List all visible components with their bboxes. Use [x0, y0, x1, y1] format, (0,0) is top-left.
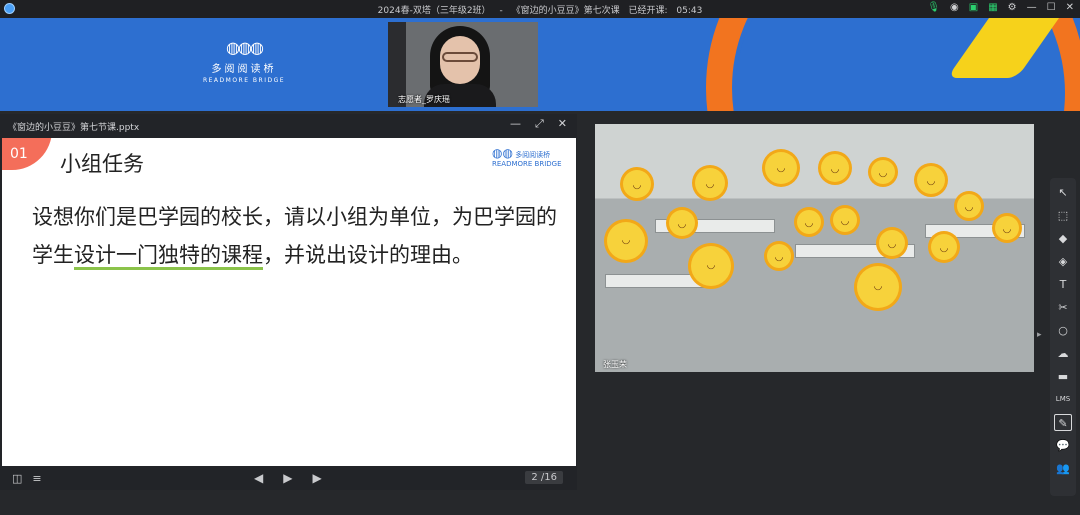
users-tool-icon[interactable]: 👥: [1054, 460, 1072, 477]
sun-sticker-icon: [857, 266, 899, 308]
speaker-icon[interactable]: ◉: [950, 2, 959, 13]
area-select-tool-icon[interactable]: ⬚: [1054, 207, 1072, 224]
previous-slide-icon[interactable]: ◀: [254, 471, 263, 485]
highlight-tool-icon[interactable]: ◆: [1054, 230, 1072, 247]
book-logo-icon: ◍◍: [492, 146, 513, 160]
window-controls: 🎙 ◉ ▣ ▦ ⚙ — ☐ ✕: [927, 2, 1074, 13]
maximize-icon[interactable]: ☐: [1047, 2, 1056, 13]
sun-sticker-icon: [669, 210, 695, 236]
minimize-icon[interactable]: —: [510, 117, 521, 131]
elapsed-time: 05:43: [676, 6, 703, 16]
sun-sticker-icon: [765, 152, 797, 184]
sun-sticker-icon: [879, 230, 905, 256]
briefcase-tool-icon[interactable]: ▬: [1054, 368, 1072, 385]
slide-body-highlight: 设计一门独特的课程: [74, 243, 263, 270]
lesson-name: 《窗边的小豆豆》第七次课: [511, 6, 620, 16]
teacher-name-label: 志愿者_罗庆瑶: [398, 95, 450, 104]
presentation-filename: 《窗边的小豆豆》第七节课.pptx: [8, 123, 140, 133]
screen-share-icon[interactable]: ▦: [988, 2, 997, 13]
sun-sticker-icon: [917, 166, 945, 194]
top-banner: ◍◍◍ 多阅阅读桥 READMORE BRIDGE: [0, 18, 1080, 111]
sun-sticker-icon: [797, 210, 821, 234]
text-tool-icon[interactable]: T: [1054, 276, 1072, 293]
slide-title: 小组任务: [60, 152, 144, 176]
scissors-tool-icon[interactable]: ✂: [1054, 299, 1072, 316]
slide-logo-en: READMORE BRIDGE: [492, 160, 562, 168]
slide-number: 01: [10, 146, 28, 162]
title-separator: -: [499, 6, 503, 16]
elapsed-label: 已经开课:: [628, 6, 668, 16]
collapse-toolbar-icon[interactable]: ▸: [1037, 330, 1047, 350]
sidebar-toggle-icon[interactable]: ◫: [12, 472, 22, 485]
expand-icon[interactable]: ⤢: [535, 117, 544, 131]
sun-sticker-icon: [695, 168, 725, 198]
camera-icon[interactable]: ▣: [969, 2, 978, 13]
edit-tool-icon[interactable]: ✎: [1054, 414, 1072, 431]
close-icon[interactable]: ✕: [558, 117, 567, 131]
lms-tool-icon[interactable]: LMS: [1054, 391, 1072, 408]
next-slide-icon[interactable]: ▶: [312, 471, 321, 485]
presentation-title-bar: 《窗边的小豆豆》第七节课.pptx — ⤢ ✕: [0, 114, 577, 136]
logo-english: READMORE BRIDGE: [202, 77, 286, 84]
sun-sticker-icon: [995, 216, 1019, 240]
cloud-tool-icon[interactable]: ☁: [1054, 345, 1072, 362]
sun-sticker-icon: [691, 246, 731, 286]
eraser-tool-icon[interactable]: ◈: [1054, 253, 1072, 270]
view-controls: ◫ ≡: [12, 472, 42, 485]
window-title: 2024春-双塔（三年级2班） - 《窗边的小豆豆》第七次课 已经开课: 05:…: [0, 3, 1080, 16]
circle-tool-icon[interactable]: ○: [1054, 322, 1072, 339]
slide-canvas[interactable]: 01 小组任务 ◍◍ 多阅阅读桥 READMORE BRIDGE 设想你们是巴学…: [2, 138, 576, 466]
settings-icon[interactable]: ⚙: [1008, 2, 1017, 13]
sun-sticker-icon: [871, 160, 895, 184]
slide-logo-cn: 多阅阅读桥: [515, 151, 551, 159]
presentation-controls: ◫ ≡ ◀ ▶ ▶ 2 /16: [0, 468, 577, 490]
presentation-window-controls: — ⤢ ✕: [510, 117, 567, 131]
window-title-bar: 2024春-双塔（三年级2班） - 《窗边的小豆豆》第七次课 已经开课: 05:…: [0, 0, 1080, 18]
chat-tool-icon[interactable]: 💬: [1054, 437, 1072, 454]
slide-logo: ◍◍ 多阅阅读桥 READMORE BRIDGE: [492, 146, 562, 168]
classroom-name-label: 张玉荣: [603, 360, 627, 369]
sun-sticker-icon: [931, 234, 957, 260]
page-indicator: 2 /16: [525, 471, 563, 484]
sun-sticker-icon: [767, 244, 791, 268]
slide-body-text-end: ，并说出设计的理由。: [263, 243, 473, 267]
presentation-window: 《窗边的小豆豆》第七节课.pptx — ⤢ ✕ 01 小组任务 ◍◍ 多阅阅读桥…: [0, 114, 577, 490]
teacher-video[interactable]: 志愿者_罗庆瑶: [388, 22, 538, 107]
book-logo-icon: ◍◍◍: [226, 38, 264, 57]
readmore-bridge-logo: ◍◍◍ 多阅阅读桥 READMORE BRIDGE: [192, 38, 296, 84]
slide-body: 设想你们是巴学园的校长，请以小组为单位，为巴学园的学生设计一门独特的课程，并说出…: [32, 198, 562, 274]
notes-icon[interactable]: ≡: [32, 472, 41, 485]
sun-sticker-icon: [607, 222, 645, 260]
sun-sticker-icon: [821, 154, 849, 182]
class-name: 2024春-双塔（三年级2班）: [377, 6, 491, 16]
play-icon[interactable]: ▶: [283, 471, 292, 485]
sun-sticker-icon: [623, 170, 651, 198]
microphone-icon[interactable]: 🎙: [927, 2, 940, 13]
sun-sticker-icon: [833, 208, 857, 232]
logo-chinese: 多阅阅读桥: [211, 64, 277, 75]
drawing-toolbar: ↖ ⬚ ◆ ◈ T ✂ ○ ☁ ▬ LMS ✎ 💬 👥: [1050, 178, 1076, 496]
sun-sticker-icon: [957, 194, 981, 218]
minimize-icon[interactable]: —: [1027, 2, 1037, 13]
playback-controls: ◀ ▶ ▶: [254, 471, 322, 485]
close-icon[interactable]: ✕: [1066, 2, 1074, 13]
glasses: [442, 52, 478, 62]
classroom-video[interactable]: 张玉荣: [595, 124, 1034, 372]
select-tool-icon[interactable]: ↖: [1054, 184, 1072, 201]
